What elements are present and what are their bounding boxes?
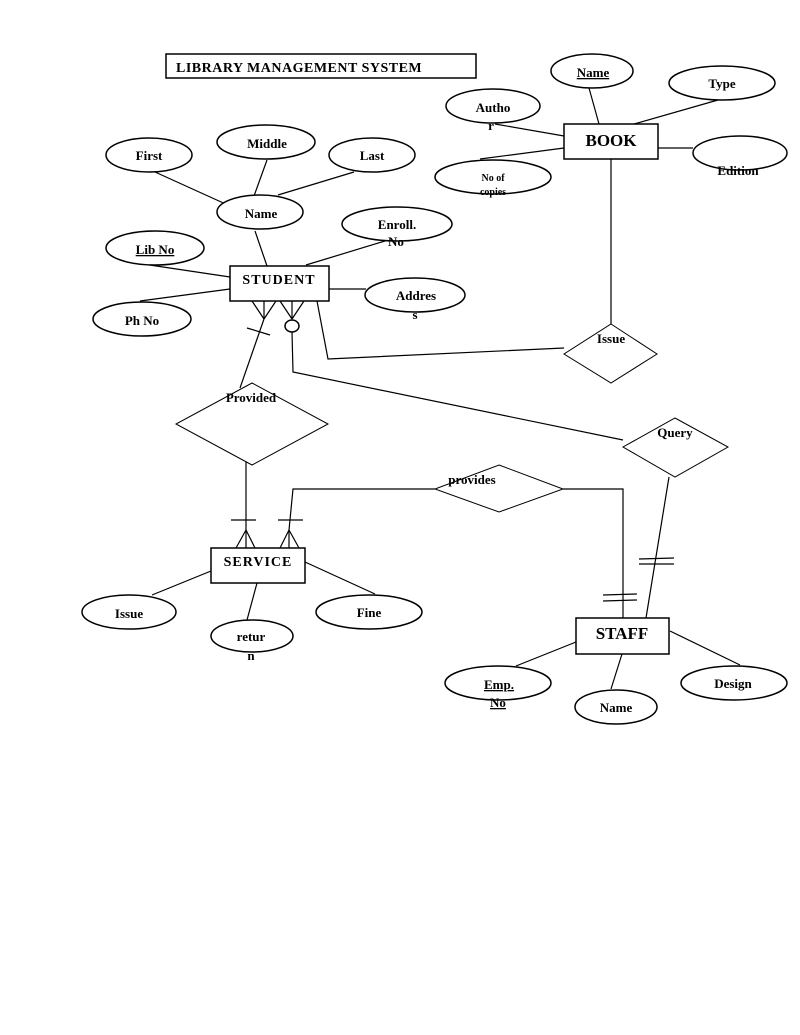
rel-query[interactable]: Query — [621, 417, 730, 478]
crowfoot-student-provided-c — [263, 300, 277, 320]
entity-student[interactable]: STUDENT — [229, 265, 330, 302]
er-diagram: LIBRARY MANAGEMENT SYSTEM BOOK Name Type… — [81, 53, 788, 725]
rel-provided-label: Provided — [226, 390, 277, 405]
entity-student-label: STUDENT — [242, 273, 315, 288]
line-provides-service — [288, 488, 435, 531]
entity-staff[interactable]: STAFF — [575, 617, 670, 655]
attr-student-enroll-label-1: Enroll. — [378, 217, 416, 232]
attr-student-middle[interactable]: Middle — [216, 124, 316, 160]
entity-staff-label: STAFF — [596, 624, 649, 643]
line-book-type — [633, 99, 719, 125]
attr-student-address[interactable]: Addres s — [364, 277, 466, 322]
attr-staff-empno-label-2: No — [490, 695, 506, 710]
rel-issue[interactable]: Issue — [563, 323, 658, 384]
line-service-fine — [304, 561, 376, 595]
attr-service-return[interactable]: retur n — [210, 619, 294, 663]
attr-staff-design-label: Design — [714, 676, 752, 691]
title-text: LIBRARY MANAGEMENT SYSTEM — [176, 61, 422, 76]
line-book-author — [494, 123, 565, 137]
crowfoot-student-query-a — [279, 300, 293, 320]
attr-book-author-label-2: r — [488, 118, 494, 133]
attr-service-return-label-2: n — [247, 648, 255, 663]
attr-service-issue[interactable]: Issue — [81, 594, 177, 630]
rel-provided[interactable]: Provided — [174, 382, 330, 466]
attr-book-edition[interactable]: Edition — [692, 135, 788, 178]
bar-provides-staff-1 — [602, 593, 638, 596]
attr-student-name-label: Name — [245, 206, 278, 221]
crowfoot-service-provides-c — [288, 529, 300, 549]
attr-book-copies-label-2: copies — [480, 187, 506, 198]
entity-service[interactable]: SERVICE — [210, 547, 306, 584]
attr-student-libno[interactable]: Lib No — [105, 230, 205, 266]
attr-student-last-label: Last — [360, 148, 385, 163]
diagram-title: LIBRARY MANAGEMENT SYSTEM — [165, 53, 477, 79]
attr-student-enroll-label-2: No — [388, 234, 404, 249]
line-staff-design — [669, 630, 741, 666]
attr-staff-design[interactable]: Design — [680, 665, 788, 701]
attr-staff-name-label: Name — [600, 700, 633, 715]
attr-student-name[interactable]: Name — [216, 194, 304, 230]
line-student-name — [254, 230, 268, 267]
line-provides-staff — [563, 488, 624, 618]
crowfoot-service-provided-c — [245, 529, 256, 549]
attr-book-type-label: Type — [708, 76, 735, 91]
attr-student-first-label: First — [136, 148, 163, 163]
line-name-middle — [253, 159, 268, 197]
line-service-return — [246, 582, 258, 621]
line-service-issue — [151, 570, 212, 596]
line-query-staff — [645, 476, 670, 619]
attr-book-name[interactable]: Name — [550, 53, 634, 89]
crowfoot-student-query-c — [291, 300, 305, 320]
crowfoot-service-provides-a — [279, 529, 290, 549]
attr-student-libno-label: Lib No — [136, 242, 175, 257]
attr-book-copies-label-1: No of — [481, 173, 505, 184]
optional-circle-student-query — [284, 319, 300, 333]
rel-provides-label: provides — [448, 472, 495, 487]
line-name-first — [154, 171, 231, 207]
attr-service-fine-label: Fine — [357, 605, 382, 620]
attr-book-type[interactable]: Type — [668, 65, 776, 101]
attr-student-first[interactable]: First — [105, 137, 193, 173]
crowfoot-service-provided-a — [235, 529, 247, 549]
rel-provides[interactable]: provides — [433, 464, 565, 513]
attr-staff-empno[interactable]: Emp. No — [444, 665, 552, 710]
line-student-phno — [139, 288, 231, 302]
line-student-libno — [142, 263, 231, 278]
attr-book-author-label-1: Autho — [476, 100, 511, 115]
attr-student-middle-label: Middle — [247, 136, 287, 151]
line-name-last — [277, 171, 355, 196]
attr-service-issue-label: Issue — [115, 606, 143, 621]
attr-book-name-label: Name — [577, 65, 610, 80]
attr-student-address-label-2: s — [412, 307, 417, 322]
crowfoot-student-provided-a — [251, 300, 265, 320]
entity-service-label: SERVICE — [224, 555, 293, 570]
attr-book-copies[interactable]: No of copies — [434, 159, 552, 198]
entity-book-label: BOOK — [585, 131, 637, 150]
line-book-name — [588, 87, 600, 125]
line-staff-name — [610, 653, 623, 690]
attr-student-address-label-1: Addres — [396, 288, 436, 303]
line-book-copies — [479, 147, 565, 160]
attr-service-fine[interactable]: Fine — [315, 594, 423, 630]
attr-student-phno[interactable]: Ph No — [92, 301, 192, 337]
bar-provides-staff-2 — [602, 599, 638, 602]
bar-query-staff-1 — [638, 557, 675, 560]
attr-book-author[interactable]: Autho r — [445, 88, 541, 133]
entity-book[interactable]: BOOK — [563, 123, 659, 160]
attr-staff-empno-label-1: Emp. — [484, 677, 514, 692]
attr-student-enroll[interactable]: Enroll. No — [341, 206, 453, 249]
attr-service-return-label-1: retur — [237, 629, 266, 644]
rel-issue-label: Issue — [597, 331, 625, 346]
rel-query-label: Query — [657, 425, 693, 440]
attr-student-last[interactable]: Last — [328, 137, 416, 173]
attr-student-phno-label: Ph No — [125, 313, 159, 328]
line-student-enroll — [305, 240, 386, 266]
attr-staff-name[interactable]: Name — [574, 689, 658, 725]
attr-book-edition-label: Edition — [717, 163, 759, 178]
line-staff-empno — [515, 641, 577, 667]
